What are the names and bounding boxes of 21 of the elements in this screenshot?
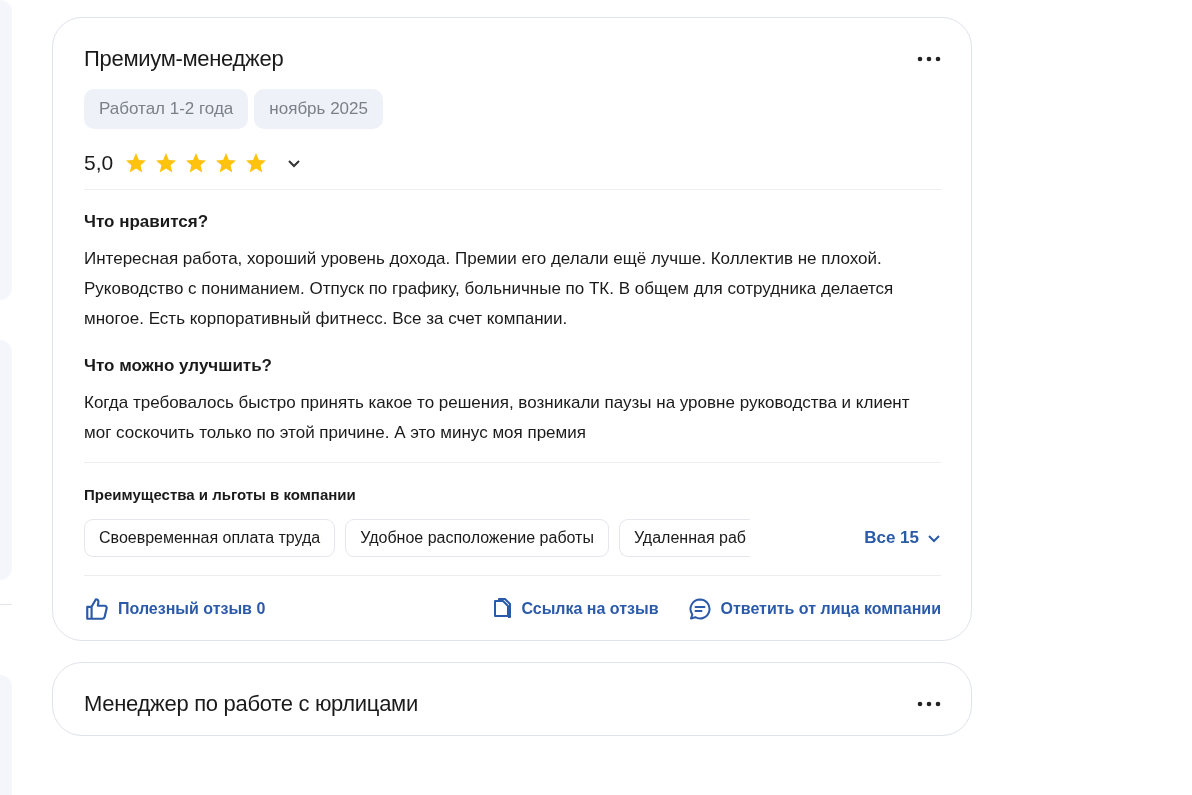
thumbs-up-icon <box>84 596 110 622</box>
section-heading: Что нравится? <box>84 212 210 232</box>
chat-icon <box>688 597 713 621</box>
tag: ноябрь 2025 <box>254 89 383 129</box>
rating-value: 5,0 <box>84 151 114 175</box>
review-title: Менеджер по работе с юрлицами <box>84 691 418 717</box>
chevron-down-icon <box>927 533 941 543</box>
copy-link-button[interactable]: Ссылка на отзыв <box>491 597 659 621</box>
section-heading: Что можно улучшить? <box>84 356 273 376</box>
benefit-chip: Удобное расположение работы <box>345 519 609 557</box>
show-all-button[interactable]: Все 15 <box>864 528 941 548</box>
review-title: Премиум-менеджер <box>84 46 284 72</box>
review-text: Интересная работа, хороший уровень дохода. Премии его делали ещё лучше. Коллектив не плохой. Руководство с пониманием. Отпуск по графику, больничные по ТК. В общем для сотрудника делается многое. Есть корпоративный фитнесс. Все за счет компании. <box>84 248 895 330</box>
benefits-heading: Преимущества и льготы в компании <box>84 486 357 503</box>
benefit-chip: Удаленная раб <box>618 519 750 557</box>
helpful-button[interactable]: Полезный отзыв 0 <box>84 596 266 622</box>
copy-icon <box>491 597 514 621</box>
tag: Работал 1-2 года <box>84 89 249 129</box>
benefit-chip: Своевременная оплата труда <box>84 519 336 557</box>
review-text: Когда требовалось быстро принять какое то решения, возникали паузы на уровне руководства и клиент мог соскочить только по этой причине. А это минус моя премия <box>84 392 911 444</box>
reply-button[interactable]: Ответить от лица компании <box>688 597 941 621</box>
